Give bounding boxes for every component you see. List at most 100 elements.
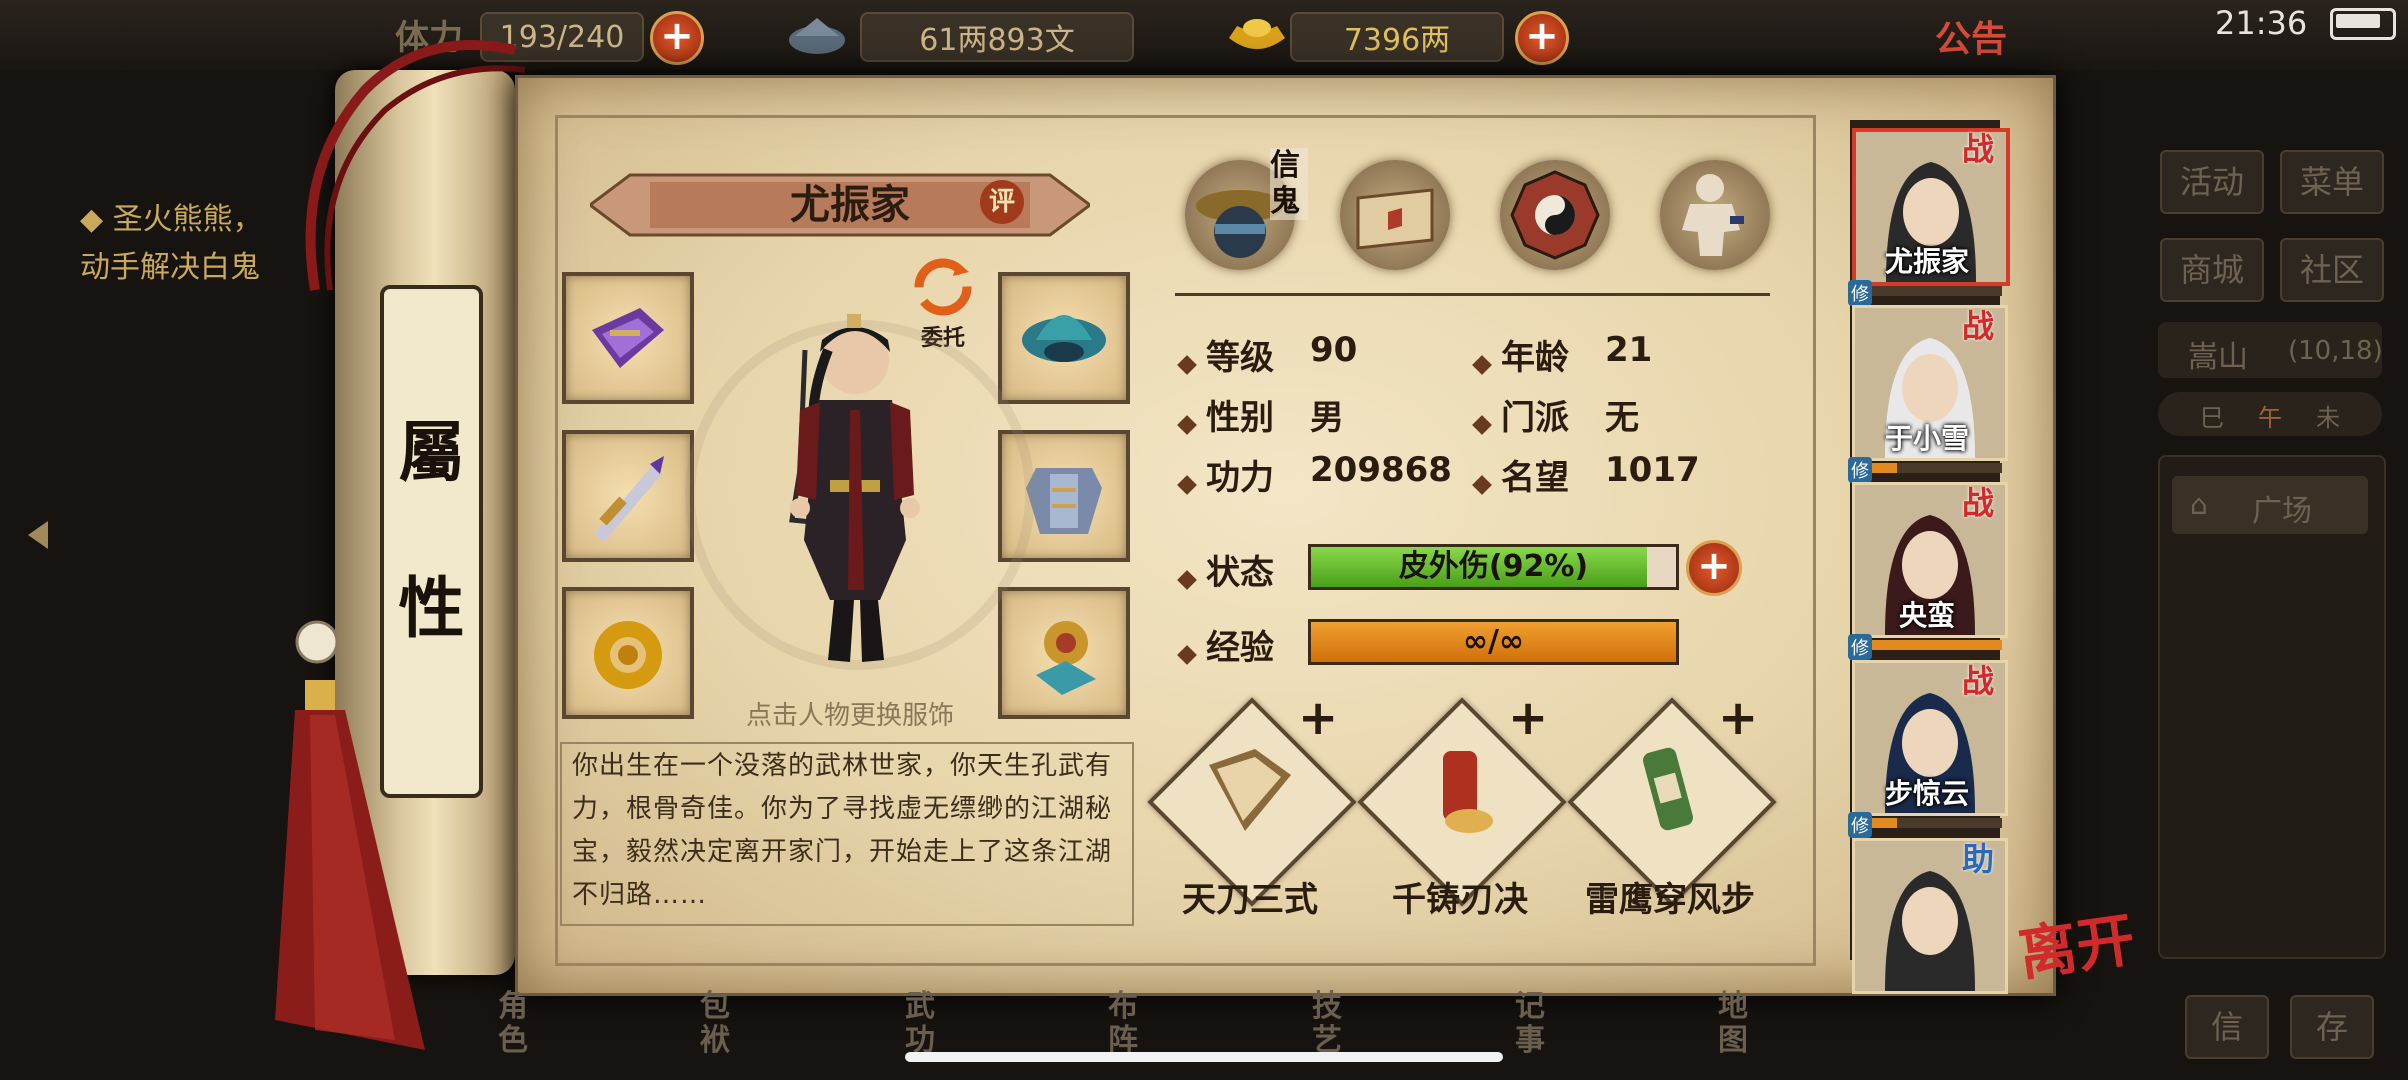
place-name: 广场 <box>2252 494 2312 529</box>
bottom-nav <box>470 990 1870 1080</box>
party-xp-bar-4 <box>1852 818 2002 828</box>
party-badge-4: 战 <box>1962 662 1995 700</box>
money-icon <box>785 10 849 60</box>
skill-2-plus[interactable]: + <box>1508 690 1548 746</box>
home-icon: ⌂ <box>2190 488 2208 521</box>
party-xp-bar-2 <box>1852 463 2002 473</box>
party-cultivate-badge-4[interactable]: 修 <box>1848 812 1872 838</box>
add-stamina-button[interactable]: + <box>650 11 704 65</box>
quest-line-2[interactable]: 动手解决白鬼 <box>80 244 260 292</box>
gender-label: 性别 <box>1206 398 1274 438</box>
party-name-4: 步惊云 <box>1884 777 1969 810</box>
money-value: 61两893文 <box>860 12 1134 62</box>
bagua-icon[interactable] <box>1500 160 1610 270</box>
status-clock: 21:36 <box>2215 4 2308 42</box>
review-button[interactable]: 评 <box>980 180 1024 224</box>
jade-pendant-icon <box>1036 621 1096 695</box>
nav-formation[interactable]: 布阵 <box>1108 990 1144 1058</box>
shop-button[interactable]: 商城 <box>2160 238 2264 302</box>
gold-ingot-icon <box>1225 8 1289 62</box>
add-gold-button[interactable]: + <box>1515 11 1569 65</box>
fame-row: 名望 <box>1472 450 1569 499</box>
tassel-icon <box>255 620 435 1060</box>
party-name-3: 央蛮 <box>1898 599 1955 632</box>
party-cultivate-badge-1[interactable]: 修 <box>1848 280 1872 306</box>
party-name-1: 尤振家 <box>1884 245 1969 278</box>
party-xp-fill-3 <box>1852 640 2002 650</box>
location-name: 嵩山 <box>2188 340 2248 375</box>
character-name: 尤振家 <box>790 182 910 228</box>
sword-icon <box>594 456 664 542</box>
power-label: 功力 <box>1206 458 1274 498</box>
exp-bar: ∞/∞ <box>1308 619 1679 665</box>
community-button[interactable]: 社区 <box>2280 238 2384 302</box>
collapse-arrow-icon[interactable] <box>20 515 60 555</box>
nav-bag[interactable]: 包袱 <box>700 990 736 1058</box>
health-bar: 皮外伤(92%) <box>1308 544 1679 590</box>
red-scroll-icon <box>1443 751 1493 833</box>
equip-slot-accessory[interactable] <box>998 587 1130 719</box>
time-slot-prev: 巳 <box>2200 404 2224 432</box>
letter-button[interactable]: 信 <box>2185 995 2269 1059</box>
age-value: 21 <box>1605 330 1653 370</box>
scroll-map-icon[interactable] <box>1340 160 1450 270</box>
place-item[interactable]: ⌂ 广场 <box>2172 476 2368 534</box>
menu-button[interactable]: 菜单 <box>2280 150 2384 214</box>
save-button[interactable]: 存 <box>2290 995 2374 1059</box>
skill-1-plus[interactable]: + <box>1298 690 1338 746</box>
age-row: 年龄 <box>1472 330 1569 379</box>
gold-value: 7396两 <box>1290 12 1504 62</box>
fame-label: 名望 <box>1501 458 1569 498</box>
party-cultivate-badge-2[interactable]: 修 <box>1848 457 1872 483</box>
power-value: 209868 <box>1310 450 1452 490</box>
activity-button[interactable]: 活动 <box>2160 150 2264 214</box>
party-badge-5: 助 <box>1962 840 1995 878</box>
exp-label: 经验 <box>1206 628 1274 668</box>
party-badge-1: 战 <box>1962 130 1995 168</box>
age-label: 年龄 <box>1501 338 1569 378</box>
change-outfit-hint: 点击人物更换服饰 <box>745 701 954 731</box>
character-figure[interactable] <box>730 290 980 690</box>
bracer-icon <box>592 308 664 368</box>
gender-value: 男 <box>1310 398 1344 438</box>
equip-slot-bracer[interactable] <box>562 272 694 404</box>
meridian-body-icon[interactable] <box>1660 160 1770 270</box>
martial-book-icon <box>1209 749 1291 831</box>
nav-craft[interactable]: 技艺 <box>1312 990 1348 1058</box>
battery-icon <box>2330 8 2396 40</box>
stats-divider <box>1175 293 1770 296</box>
party-name-2: 于小雪 <box>1884 422 1969 455</box>
leave-button[interactable]: 离开 <box>2013 892 2140 991</box>
gender-row: 性别 <box>1177 390 1274 439</box>
health-bar-text: 皮外伤(92%) <box>1398 549 1589 584</box>
nav-journal[interactable]: 记事 <box>1515 990 1551 1058</box>
status-label: 状态 <box>1206 553 1274 593</box>
green-scroll-icon <box>1643 747 1693 831</box>
skill-1-name: 天刀三式 <box>1182 880 1318 920</box>
sect-label: 门派 <box>1501 398 1569 438</box>
nav-martial[interactable]: 武功 <box>905 990 941 1058</box>
equip-slot-ring[interactable] <box>562 587 694 719</box>
fame-value: 1017 <box>1605 450 1700 490</box>
time-slot-next: 未 <box>2316 404 2340 432</box>
nav-map[interactable]: 地图 <box>1718 990 1754 1058</box>
heal-button[interactable]: + <box>1686 540 1742 596</box>
nav-role[interactable]: 角色 <box>498 990 534 1058</box>
party-cultivate-badge-3[interactable]: 修 <box>1848 634 1872 660</box>
notice-button[interactable]: 公告 <box>1935 10 2007 62</box>
home-indicator[interactable] <box>905 1052 1503 1062</box>
level-label: 等级 <box>1206 338 1274 378</box>
party-badge-2: 战 <box>1962 307 1995 345</box>
equip-slot-weapon[interactable] <box>562 430 694 562</box>
time-of-day-bar: 巳 午 未 <box>2158 392 2382 436</box>
skill-3-plus[interactable]: + <box>1718 690 1758 746</box>
level-row: 等级 <box>1177 330 1274 379</box>
party-xp-bar-3 <box>1852 640 2002 650</box>
skill-2-name: 千铸刃决 <box>1392 880 1528 920</box>
character-bio: 你出生在一个没落的武林世家，你天生孔武有力，根骨奇佳。你为了寻找虚无缥缈的江湖秘… <box>572 751 1113 910</box>
level-value: 90 <box>1310 330 1358 370</box>
exp-bar-text: ∞/∞ <box>1463 624 1524 659</box>
quest-line-1[interactable]: ◆ 圣火熊熊， <box>80 196 263 244</box>
equip-slot-hat[interactable] <box>998 272 1130 404</box>
sect-row: 门派 <box>1472 390 1569 439</box>
